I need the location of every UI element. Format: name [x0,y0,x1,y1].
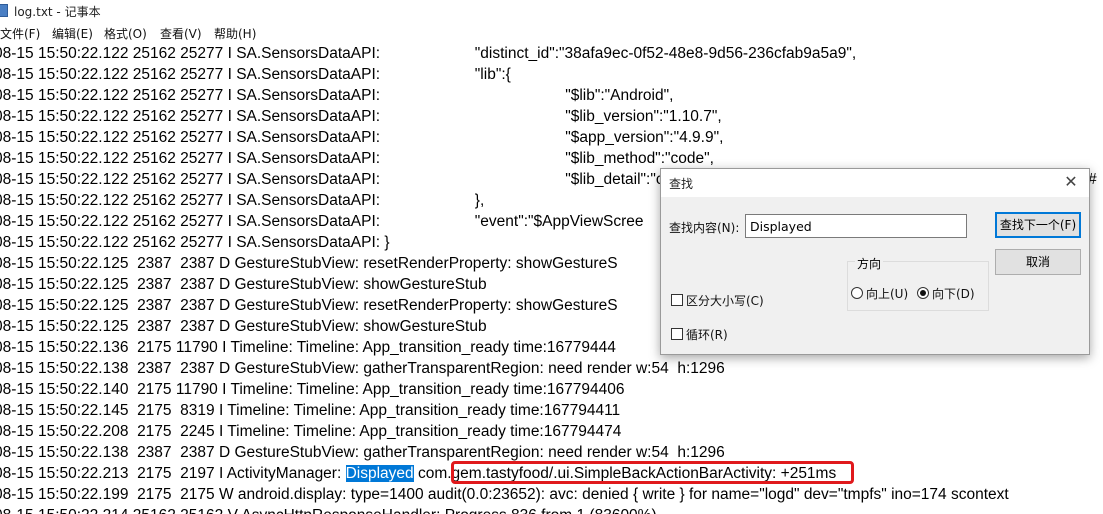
find-what-label: 查找内容(N): [669,221,740,235]
log-line: 08-15 15:50:22.122 25162 25277 I SA.Sens… [0,171,664,188]
direction-down-label[interactable]: 向下(D) [932,285,975,302]
wrap-around-label[interactable]: 循环(R) [686,326,728,343]
menu-edit[interactable]: 编辑(E) [52,25,93,42]
log-line: 08-15 15:50:22.125 2387 2387 D GestureSt… [0,255,618,272]
direction-up-radio[interactable] [851,287,863,299]
log-line: 08-15 15:50:22.138 2387 2387 D GestureSt… [0,360,725,377]
cancel-button[interactable]: 取消 [995,249,1081,275]
log-line: 08-15 15:50:22.199 2175 2175 W android.d… [0,486,1009,503]
log-line: 08-15 15:50:22.136 2175 11790 I Timeline… [0,339,616,356]
wrap-around-checkbox[interactable] [671,328,683,340]
match-case-label[interactable]: 区分大小写(C) [686,292,764,309]
log-line: 08-15 15:50:22.125 2387 2387 D GestureSt… [0,276,487,293]
menu-help[interactable]: 帮助(H) [214,25,256,42]
find-what-input[interactable] [745,214,967,238]
menu-file[interactable]: 文件(F) [0,25,40,42]
find-dialog: 查找 ✕ 查找内容(N): 查找下一个(F) 取消 方向 向上(U) 向下(D)… [660,168,1090,355]
notepad-icon [0,4,8,17]
log-line: 08-15 15:50:22.125 2387 2387 D GestureSt… [0,297,618,314]
menu-format[interactable]: 格式(O) [104,25,147,42]
log-line: 08-15 15:50:22.122 25162 25277 I SA.Sens… [0,129,724,146]
find-dialog-title: 查找 [669,177,694,191]
menubar: 文件(F) 编辑(E) 格式(O) 查看(V) 帮助(H) [0,22,1103,42]
log-line: 08-15 15:50:22.122 25162 25277 I SA.Sens… [0,150,714,167]
log-line: 08-15 15:50:22.140 2175 11790 I Timeline… [0,381,625,398]
annotation-red-box [451,461,854,484]
log-line-prefix: 08-15 15:50:22.213 2175 2197 I ActivityM… [0,465,346,482]
log-line: 08-15 15:50:22.122 25162 25277 I SA.Sens… [0,45,857,62]
search-match-highlight: Displayed [345,465,414,482]
log-line: 08-15 15:50:22.208 2175 2245 I Timeline:… [0,423,622,440]
find-next-button[interactable]: 查找下一个(F) [995,212,1081,238]
find-dialog-titlebar: 查找 ✕ [661,169,1089,197]
window-title: log.txt - 记事本 [14,5,101,19]
log-line: 08-15 15:50:22.122 25162 25277 I SA.Sens… [0,66,511,83]
log-line: 08-15 15:50:22.122 25162 25277 I SA.Sens… [0,234,390,251]
window-titlebar: log.txt - 记事本 [0,0,1103,22]
direction-group-title: 方向 [855,255,884,272]
close-icon[interactable]: ✕ [1061,172,1081,192]
log-line: 08-15 15:50:22.214 25162 25162 V AsyncHt… [0,505,657,514]
log-line: 08-15 15:50:22.138 2387 2387 D GestureSt… [0,444,725,461]
log-line: 08-15 15:50:22.122 25162 25277 I SA.Sens… [0,87,674,104]
log-line: 08-15 15:50:22.122 25162 25277 I SA.Sens… [0,213,644,230]
log-line: 08-15 15:50:22.122 25162 25277 I SA.Sens… [0,192,485,209]
menu-view[interactable]: 查看(V) [160,25,202,42]
log-line: 08-15 15:50:22.145 2175 8319 I Timeline:… [0,402,621,419]
match-case-checkbox[interactable] [671,294,683,306]
direction-up-label[interactable]: 向上(U) [866,285,908,302]
log-line: 08-15 15:50:22.125 2387 2387 D GestureSt… [0,318,487,335]
direction-down-radio[interactable] [917,287,929,299]
log-line: 08-15 15:50:22.122 25162 25277 I SA.Sens… [0,108,722,125]
